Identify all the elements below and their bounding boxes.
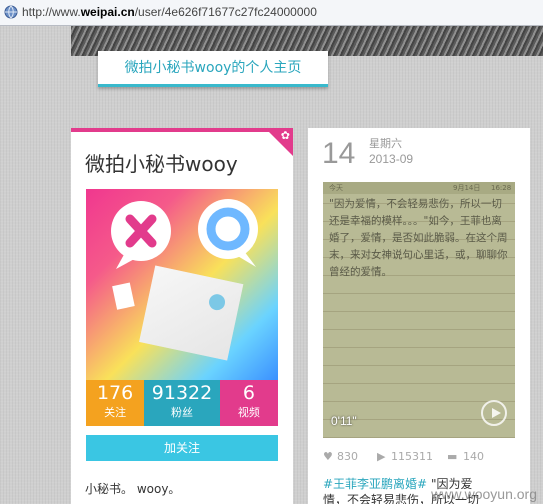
comments-count: 140	[463, 450, 484, 463]
address-bar[interactable]: http://www.weipai.cn/user/4e626f71677c27…	[0, 0, 543, 26]
stat-label: 视频	[237, 406, 260, 419]
flower-icon: ✿	[280, 129, 290, 142]
post-counts: ♥ 830 ▶ 115311 ▬ 140	[323, 449, 523, 465]
play-icon[interactable]	[481, 400, 507, 426]
video-duration: 0'11"	[331, 414, 357, 428]
profile-card: ✿ 微拍小秘书wooy 176 关注 91322 粉丝 6 视频 加关注 小秘书…	[71, 128, 293, 504]
stat-label: 关注	[104, 406, 127, 419]
url-text[interactable]: http://www.weipai.cn/user/4e626f71677c27…	[22, 5, 317, 19]
comment-icon[interactable]: ▬	[447, 449, 457, 465]
profile-description: 小秘书。 wooy。	[85, 482, 181, 496]
globe-icon	[4, 5, 18, 19]
post-card: 14 星期六 2013-09 今天 9月14日 16:28 "因为爱情，不会轻易…	[308, 128, 530, 504]
profile-stats: 176 关注 91322 粉丝 6 视频	[86, 380, 279, 426]
stat-followers[interactable]: 91322 粉丝	[144, 380, 220, 426]
page-title-tab[interactable]: 微拍小秘书wooy的个人主页	[98, 51, 328, 87]
stat-value: 91322	[151, 382, 213, 404]
video-thumbnail[interactable]: 今天 9月14日 16:28 "因为爱情，不会轻易悲伤，所以一切还是幸福的模样。…	[323, 182, 515, 438]
plays-count: 115311	[391, 450, 433, 463]
play-count-icon: ▶	[377, 450, 386, 463]
heart-icon[interactable]: ♥	[323, 449, 333, 465]
stat-following[interactable]: 176 关注	[86, 380, 145, 426]
profile-name: 微拍小秘书wooy	[85, 152, 238, 176]
avatar[interactable]	[86, 189, 278, 381]
watermark: www.wooyun.org	[431, 486, 537, 502]
stat-value: 176	[96, 382, 134, 404]
stat-videos[interactable]: 6 视频	[219, 380, 279, 426]
video-status-bar: 今天 9月14日 16:28	[323, 182, 515, 194]
post-year-month: 2013-09	[369, 152, 414, 166]
stat-label: 粉丝	[171, 406, 193, 419]
follow-button[interactable]: 加关注	[86, 435, 278, 461]
stat-value: 6	[242, 382, 255, 404]
card-ribbon	[71, 128, 293, 132]
likes-count: 830	[337, 450, 358, 463]
video-note-text: "因为爱情，不会轻易悲伤，所以一切还是幸福的模样。。。"如今，王菲也离婚了，爱情…	[329, 198, 508, 278]
post-day: 14	[322, 137, 356, 170]
post-weekday: 星期六	[369, 137, 402, 150]
